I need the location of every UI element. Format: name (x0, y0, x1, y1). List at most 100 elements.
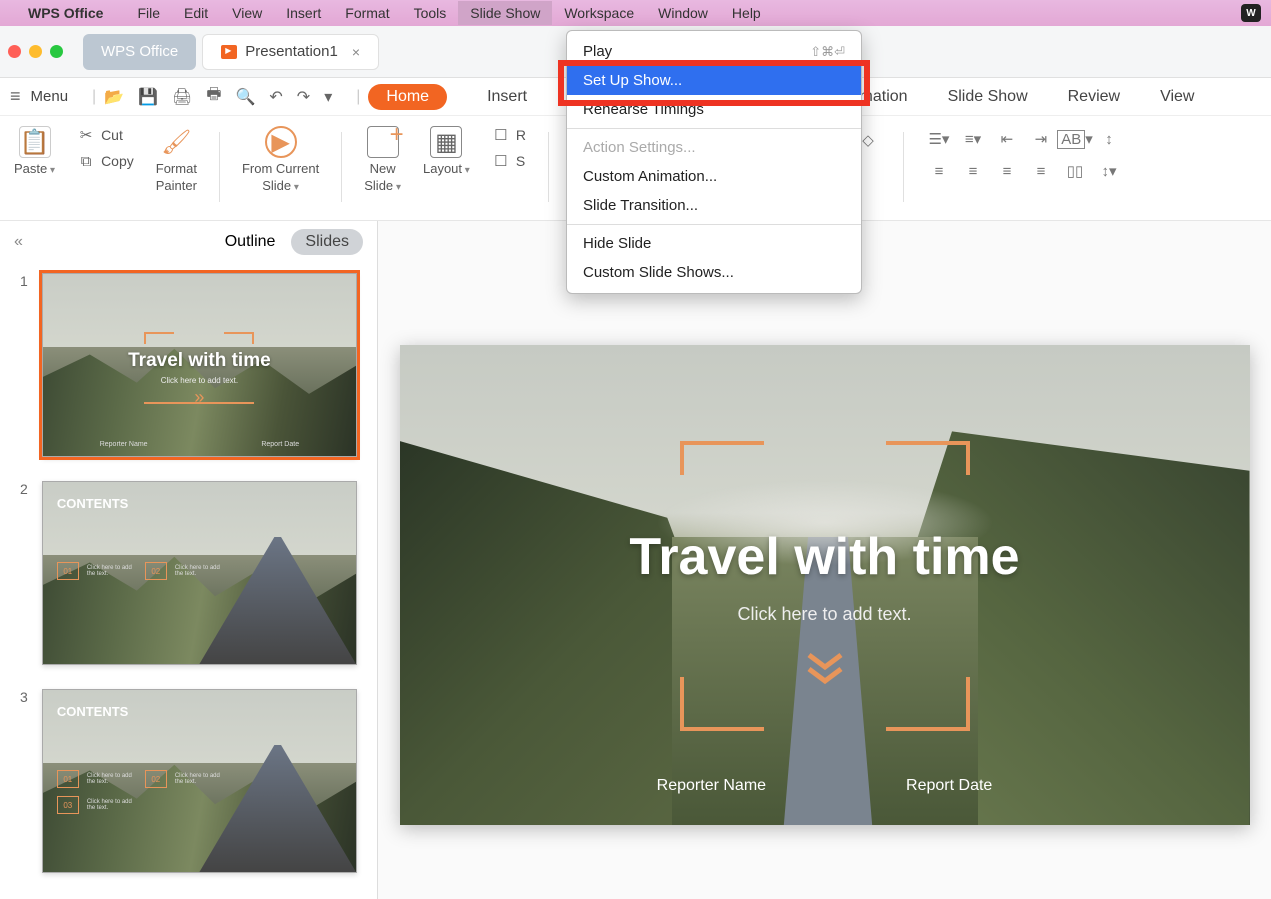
from-current-slide-button[interactable]: ▶ From Current Slide (242, 126, 319, 195)
menu-custom-animation[interactable]: Custom Animation... (567, 162, 861, 191)
quick-access-toolbar: 📂 💾 🖨 🖶 🔍 ↶ ↷ ▾ (104, 83, 332, 110)
menu-hide-slide[interactable]: Hide Slide (567, 229, 861, 258)
menu-set-up-show[interactable]: Set Up Show... (567, 66, 861, 95)
rtab-slide-show[interactable]: Slide Show (948, 88, 1028, 106)
slides-panel: « Outline Slides 1 Travel with time Clic… (0, 221, 378, 899)
open-icon[interactable]: 📂 (104, 87, 124, 107)
cut-button[interactable]: ✂ Cut (77, 126, 134, 144)
columns-icon[interactable]: ▯▯ (1062, 158, 1088, 184)
section-button[interactable]: ☐S (492, 152, 526, 170)
close-window-icon[interactable] (8, 45, 21, 58)
tab-presentation[interactable]: Presentation1 × (202, 34, 379, 70)
thumb-footer-right: Report Date (261, 441, 299, 448)
minimize-window-icon[interactable] (29, 45, 42, 58)
decrease-indent-icon[interactable]: ⇤ (994, 126, 1020, 152)
menu-workspace[interactable]: Workspace (552, 1, 646, 25)
increase-indent-icon[interactable]: ⇥ (1028, 126, 1054, 152)
reset-label: R (516, 127, 526, 143)
menu-tools[interactable]: Tools (402, 1, 459, 25)
undo-icon[interactable]: ↶ (269, 87, 282, 107)
copy-button[interactable]: ⧉Copy (77, 152, 134, 170)
save-icon[interactable]: 💾 (138, 87, 158, 107)
preview-icon[interactable]: 🔍 (235, 87, 255, 107)
tab-close-icon[interactable]: × (352, 44, 360, 60)
menu-help[interactable]: Help (720, 1, 773, 25)
tab-wps-home[interactable]: WPS Office (83, 34, 196, 70)
rtab-insert[interactable]: Insert (487, 88, 527, 106)
slide-footer-left[interactable]: Reporter Name (657, 777, 766, 795)
traffic-lights (8, 45, 63, 58)
mi-label: Custom Animation... (583, 168, 717, 185)
divider (903, 132, 904, 202)
layout-button[interactable]: ▦ Layout (423, 126, 470, 178)
align-center-icon[interactable]: ≡ (960, 158, 986, 184)
align-left-icon[interactable]: ≡ (926, 158, 952, 184)
menu-button[interactable]: Menu (31, 88, 69, 105)
num-box: 03 (57, 796, 79, 814)
menu-format[interactable]: Format (333, 1, 401, 25)
bullets-icon[interactable]: ☰▾ (926, 126, 952, 152)
print-icon[interactable]: 🖨 (172, 87, 192, 107)
mi-label: Hide Slide (583, 235, 651, 252)
copy-label: Copy (101, 153, 134, 169)
menu-slide-transition[interactable]: Slide Transition... (567, 191, 861, 220)
menu-custom-slide-shows[interactable]: Custom Slide Shows... (567, 258, 861, 287)
rtab-review[interactable]: Review (1068, 88, 1120, 106)
redo-icon[interactable]: ↷ (297, 87, 310, 107)
thumbnail-2[interactable]: CONTENTS 01Click here to add the text.02… (42, 481, 357, 665)
new-slide-button[interactable]: + New Slide (364, 126, 401, 195)
menu-file[interactable]: File (125, 1, 172, 25)
rtab-home[interactable]: Home (368, 84, 447, 110)
slide-footer-right[interactable]: Report Date (906, 777, 992, 795)
line-spacing-icon[interactable]: ↕▾ (1096, 158, 1122, 184)
menu-slide-show[interactable]: Slide Show (458, 1, 552, 25)
app-name[interactable]: WPS Office (28, 5, 103, 21)
text-direction-icon[interactable]: AB▾ (1062, 126, 1088, 152)
align-justify-icon[interactable]: ≡ (1028, 158, 1054, 184)
format-painter-button[interactable]: 🖌 Format Painter (156, 126, 197, 195)
menu-window[interactable]: Window (646, 1, 720, 25)
reset-button[interactable]: ☐R (492, 126, 526, 144)
slide-subtitle[interactable]: Click here to add text. (400, 604, 1250, 625)
slide-preview[interactable]: Travel with time Click here to add text.… (378, 221, 1271, 899)
rtab-view[interactable]: View (1160, 88, 1194, 106)
thumb-number: 1 (20, 273, 32, 289)
cut-label: Cut (101, 127, 123, 143)
thumb-footer-left: Reporter Name (100, 441, 148, 448)
qat-dropdown-icon[interactable]: ▾ (324, 87, 332, 107)
menu-insert[interactable]: Insert (274, 1, 333, 25)
slides-tab[interactable]: Slides (291, 229, 363, 255)
presentation-icon (221, 45, 237, 59)
play-icon: ▶ (265, 126, 297, 158)
thumb-contents-label: CONTENTS (57, 496, 129, 511)
thumbnail-3[interactable]: CONTENTS 01Click here to add the text.02… (42, 689, 357, 873)
paste-button[interactable]: 📋 Paste (14, 126, 55, 178)
menu-rehearse-timings[interactable]: Rehearse Timings (567, 95, 861, 124)
num-box: 01 (57, 562, 79, 580)
menu-action-settings: Action Settings... (567, 133, 861, 162)
menu-edit[interactable]: Edit (172, 1, 220, 25)
align-right-icon[interactable]: ≡ (994, 158, 1020, 184)
menu-play[interactable]: Play⇧⌘⏎ (567, 37, 861, 66)
maximize-window-icon[interactable] (50, 45, 63, 58)
cut-icon: ✂ (77, 126, 95, 144)
num-box: 02 (145, 770, 167, 788)
line-spacing-top-icon[interactable]: ↕ (1096, 126, 1122, 152)
wps-tray-icon[interactable]: W (1241, 4, 1261, 22)
thumbnail-list[interactable]: 1 Travel with time Click here to add tex… (0, 263, 377, 883)
slide-title[interactable]: Travel with time (400, 527, 1250, 587)
print-direct-icon[interactable]: 🖶 (206, 83, 221, 110)
numbering-icon[interactable]: ≡▾ (960, 126, 986, 152)
divider (219, 132, 220, 202)
collapse-panel-icon[interactable]: « (14, 233, 23, 251)
new-slide-label: New Slide (364, 161, 401, 195)
hamburger-icon[interactable]: ≡ (10, 86, 21, 107)
divider: | (92, 88, 96, 106)
section-label: S (516, 153, 525, 169)
current-slide[interactable]: Travel with time Click here to add text.… (400, 345, 1250, 825)
thumbnail-1[interactable]: Travel with time Click here to add text.… (42, 273, 357, 457)
outline-tab[interactable]: Outline (225, 233, 276, 251)
menu-view[interactable]: View (220, 1, 274, 25)
mi-shortcut: ⇧⌘⏎ (810, 44, 845, 60)
paste-label: Paste (14, 161, 55, 178)
